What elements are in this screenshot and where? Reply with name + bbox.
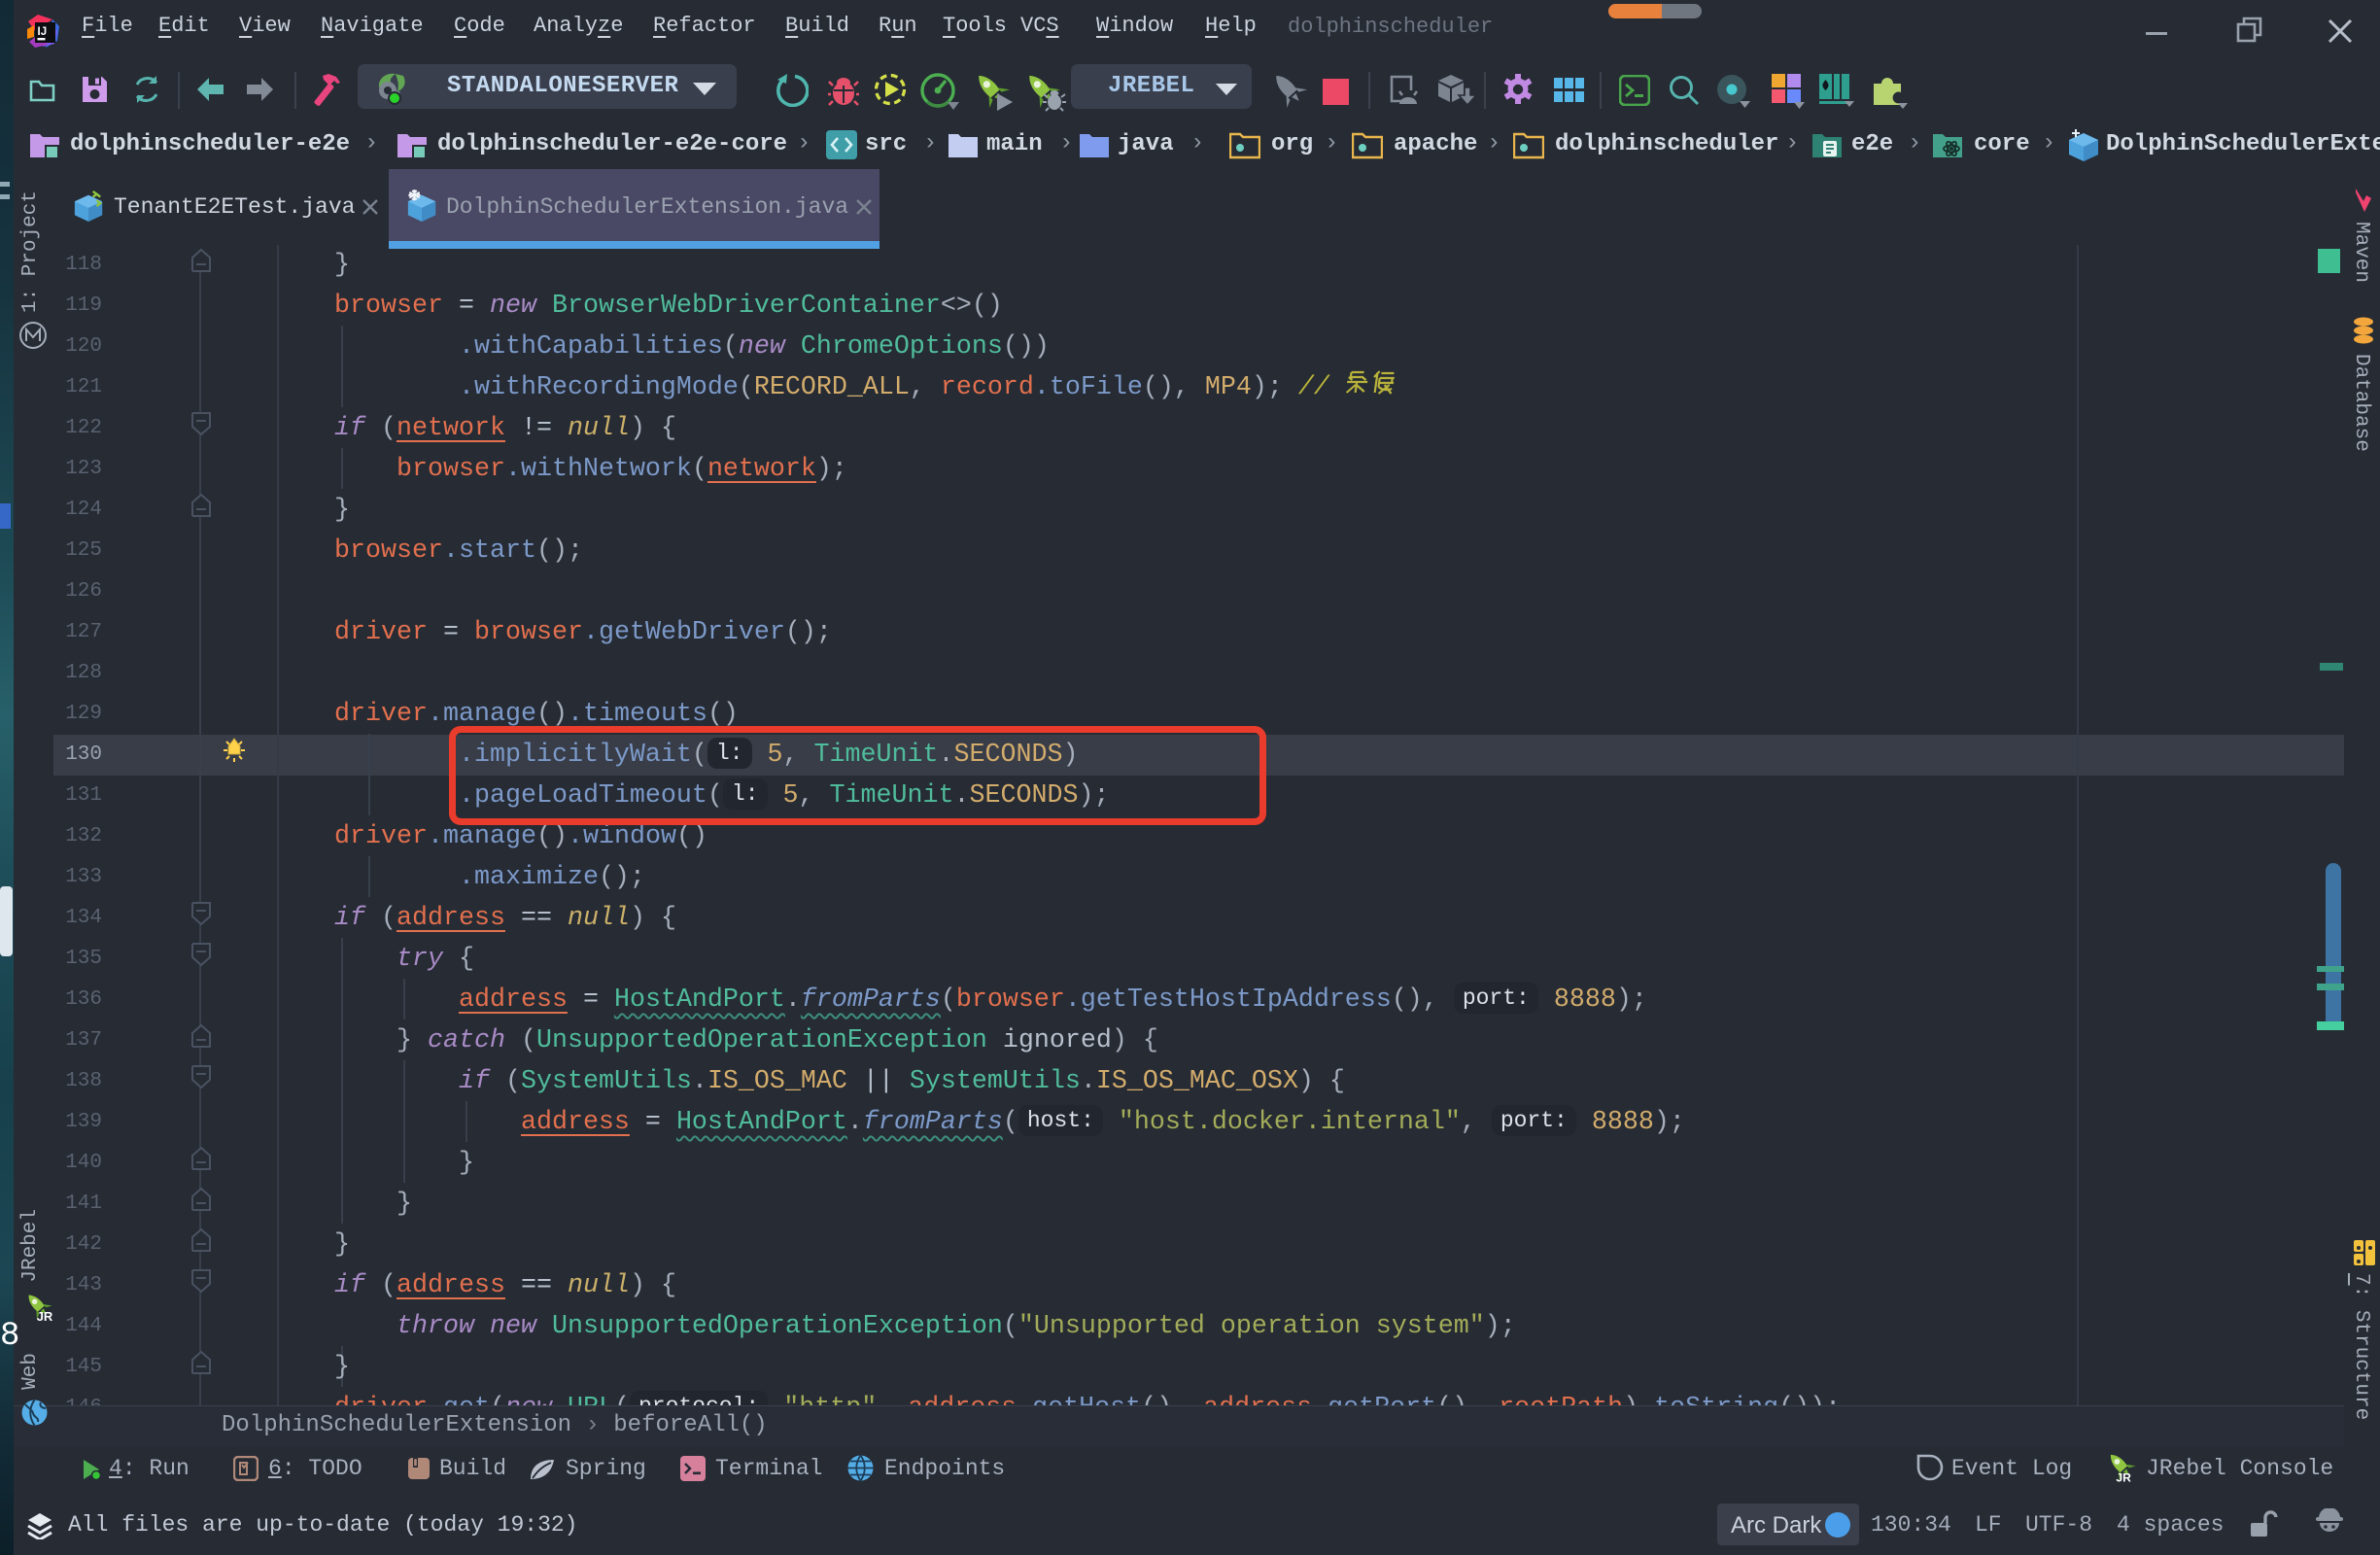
svg-text:JR: JR xyxy=(2116,1470,2131,1483)
svg-text:IJ: IJ xyxy=(38,26,48,38)
svg-text:JR: JR xyxy=(37,1309,53,1322)
